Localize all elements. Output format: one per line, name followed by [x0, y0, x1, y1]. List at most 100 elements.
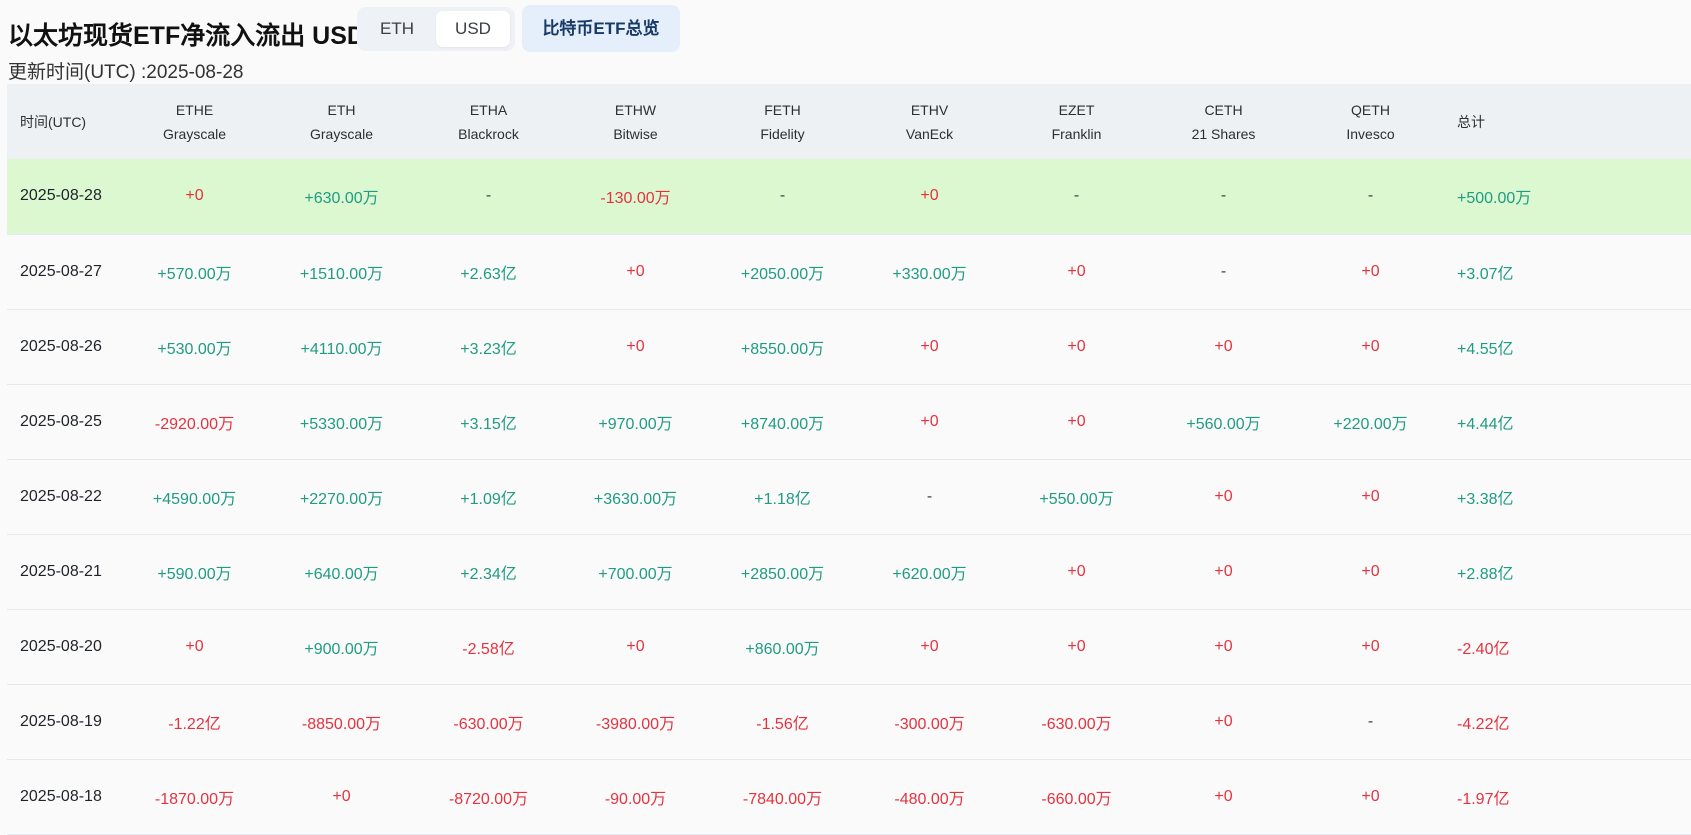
flow-cell-ethe: +530.00万	[157, 340, 232, 358]
flow-cell-qeth: +220.00万	[1333, 415, 1408, 433]
flow-cell-ethv: -480.00万	[894, 790, 965, 808]
flow-cell-ezet: -660.00万	[1041, 790, 1112, 808]
flow-cell-ethw: +0	[626, 637, 645, 655]
flow-cell-etha: -	[485, 187, 492, 205]
row-total: -2.40亿	[1457, 640, 1510, 658]
column-ticker: QETH	[1351, 101, 1390, 118]
flow-cell-ezet: +550.00万	[1039, 490, 1114, 508]
row-date: 2025-08-22	[20, 487, 102, 505]
flow-cell-ethv: +0	[920, 412, 939, 430]
flow-cell-etha: +3.23亿	[460, 340, 517, 358]
flow-cell-etha: +1.09亿	[460, 490, 517, 508]
flow-cell-feth: +8550.00万	[740, 340, 825, 358]
row-total: +4.44亿	[1457, 415, 1514, 433]
row-total: +4.55亿	[1457, 340, 1514, 358]
column-header-ethw: ETHW Bitwise	[562, 84, 709, 159]
column-ticker: ETHW	[614, 101, 657, 118]
row-total: +500.00万	[1457, 190, 1532, 208]
row-date: 2025-08-21	[20, 562, 102, 580]
column-header-qeth: QETH Invesco	[1297, 84, 1444, 159]
column-ticker: ETHA	[469, 101, 508, 118]
toggle-eth-option[interactable]: ETH	[363, 11, 431, 47]
row-date: 2025-08-28	[20, 187, 102, 205]
flow-cell-qeth: -	[1367, 187, 1374, 205]
flow-cell-eth: +1510.00万	[299, 265, 384, 283]
flow-cell-ceth: +0	[1214, 487, 1233, 505]
flow-cell-ethe: -1870.00万	[154, 790, 235, 808]
table-row: 2025-08-20 +0 +900.00万 -2.58亿 +0 +860.00万 +0 +0…	[7, 609, 1691, 684]
table-row: 2025-08-25 -2920.00万 +5330.00万 +3.15亿 +970.0…	[7, 384, 1691, 459]
flow-cell-etha: +2.63亿	[460, 265, 517, 283]
flow-cell-ethw: +0	[626, 262, 645, 280]
column-issuer: VanEck	[905, 125, 954, 142]
row-total: -1.97亿	[1457, 790, 1510, 808]
flow-cell-ethw: +700.00万	[598, 565, 673, 583]
column-ticker: ETHE	[175, 101, 214, 118]
flow-cell-feth: -	[779, 187, 786, 205]
flow-cell-ethe: -2920.00万	[154, 415, 235, 433]
flow-cell-ezet: +0	[1067, 412, 1086, 430]
flow-cell-ezet: -630.00万	[1041, 715, 1112, 733]
flow-cell-etha: +2.34亿	[460, 565, 517, 583]
btc-etf-overview-button[interactable]: 比特币ETF总览	[522, 5, 680, 52]
flow-cell-eth: +5330.00万	[299, 415, 384, 433]
row-total: -4.22亿	[1457, 715, 1510, 733]
flow-cell-ethv: +0	[920, 187, 939, 205]
column-ticker: ETH	[327, 101, 356, 118]
flow-cell-eth: +640.00万	[304, 565, 379, 583]
flow-cell-ethv: +0	[920, 337, 939, 355]
flow-cell-qeth: +0	[1361, 337, 1380, 355]
flow-cell-ethw: +3630.00万	[593, 490, 678, 508]
flow-cell-ezet: +0	[1067, 562, 1086, 580]
flow-cell-ceth: +0	[1214, 787, 1233, 805]
flow-cell-ethv: -	[926, 487, 933, 505]
flow-cell-ceth: +0	[1214, 712, 1233, 730]
column-header-eth: ETH Grayscale	[268, 84, 415, 159]
flow-cell-eth: +4110.00万	[300, 340, 383, 358]
flow-cell-ezet: +0	[1067, 637, 1086, 655]
row-date: 2025-08-27	[20, 262, 102, 280]
flow-cell-ceth: +560.00万	[1186, 415, 1261, 433]
row-total: +3.38亿	[1457, 490, 1514, 508]
column-header-ethe: ETHE Grayscale	[121, 84, 268, 159]
flow-cell-feth: -1.56亿	[756, 715, 809, 733]
flow-cell-feth: +2050.00万	[740, 265, 825, 283]
column-issuer: 21 Shares	[1191, 125, 1256, 142]
row-date: 2025-08-25	[20, 412, 102, 430]
flow-cell-qeth: -	[1367, 712, 1374, 730]
flow-cell-etha: -630.00万	[453, 715, 524, 733]
flow-cell-ezet: -	[1073, 187, 1080, 205]
column-issuer: Invesco	[1346, 125, 1395, 142]
row-date: 2025-08-20	[20, 637, 102, 655]
etf-flow-table: 时间(UTC) ETHE Grayscale ETH Grayscale ETHA Bla…	[7, 84, 1691, 835]
flow-cell-ethv: +0	[920, 637, 939, 655]
flow-cell-ceth: -	[1220, 187, 1227, 205]
flow-cell-ceth: -	[1220, 262, 1227, 280]
table-row: 2025-08-21 +590.00万 +640.00万 +2.34亿 +700.00万…	[7, 534, 1691, 609]
flow-cell-ceth: +0	[1214, 637, 1233, 655]
flow-cell-ethe: +0	[185, 637, 204, 655]
toggle-usd-option[interactable]: USD	[436, 11, 510, 47]
flow-cell-qeth: +0	[1361, 637, 1380, 655]
currency-toggle[interactable]: ETH USD	[357, 7, 515, 51]
column-header-date: 时间(UTC)	[20, 113, 87, 130]
flow-cell-eth: +0	[332, 787, 351, 805]
flow-cell-ethe: +4590.00万	[152, 490, 237, 508]
flow-cell-eth: +900.00万	[304, 640, 379, 658]
column-header-ezet: EZET Franklin	[1003, 84, 1150, 159]
column-issuer: Fidelity	[760, 125, 805, 142]
flow-cell-qeth: +0	[1361, 787, 1380, 805]
flow-cell-etha: -8720.00万	[448, 790, 529, 808]
flow-cell-ethw: +0	[626, 337, 645, 355]
flow-cell-ezet: +0	[1067, 337, 1086, 355]
flow-cell-qeth: +0	[1361, 562, 1380, 580]
flow-cell-feth: -7840.00万	[742, 790, 823, 808]
flow-cell-ethw: -130.00万	[600, 190, 671, 208]
column-issuer: Blackrock	[458, 125, 519, 142]
column-ticker: CETH	[1204, 101, 1243, 118]
column-header-total: 总计	[1457, 113, 1485, 130]
row-total: +2.88亿	[1457, 565, 1514, 583]
flow-cell-ceth: +0	[1214, 337, 1233, 355]
column-header-ceth: CETH 21 Shares	[1150, 84, 1297, 159]
flow-cell-qeth: +0	[1361, 262, 1380, 280]
